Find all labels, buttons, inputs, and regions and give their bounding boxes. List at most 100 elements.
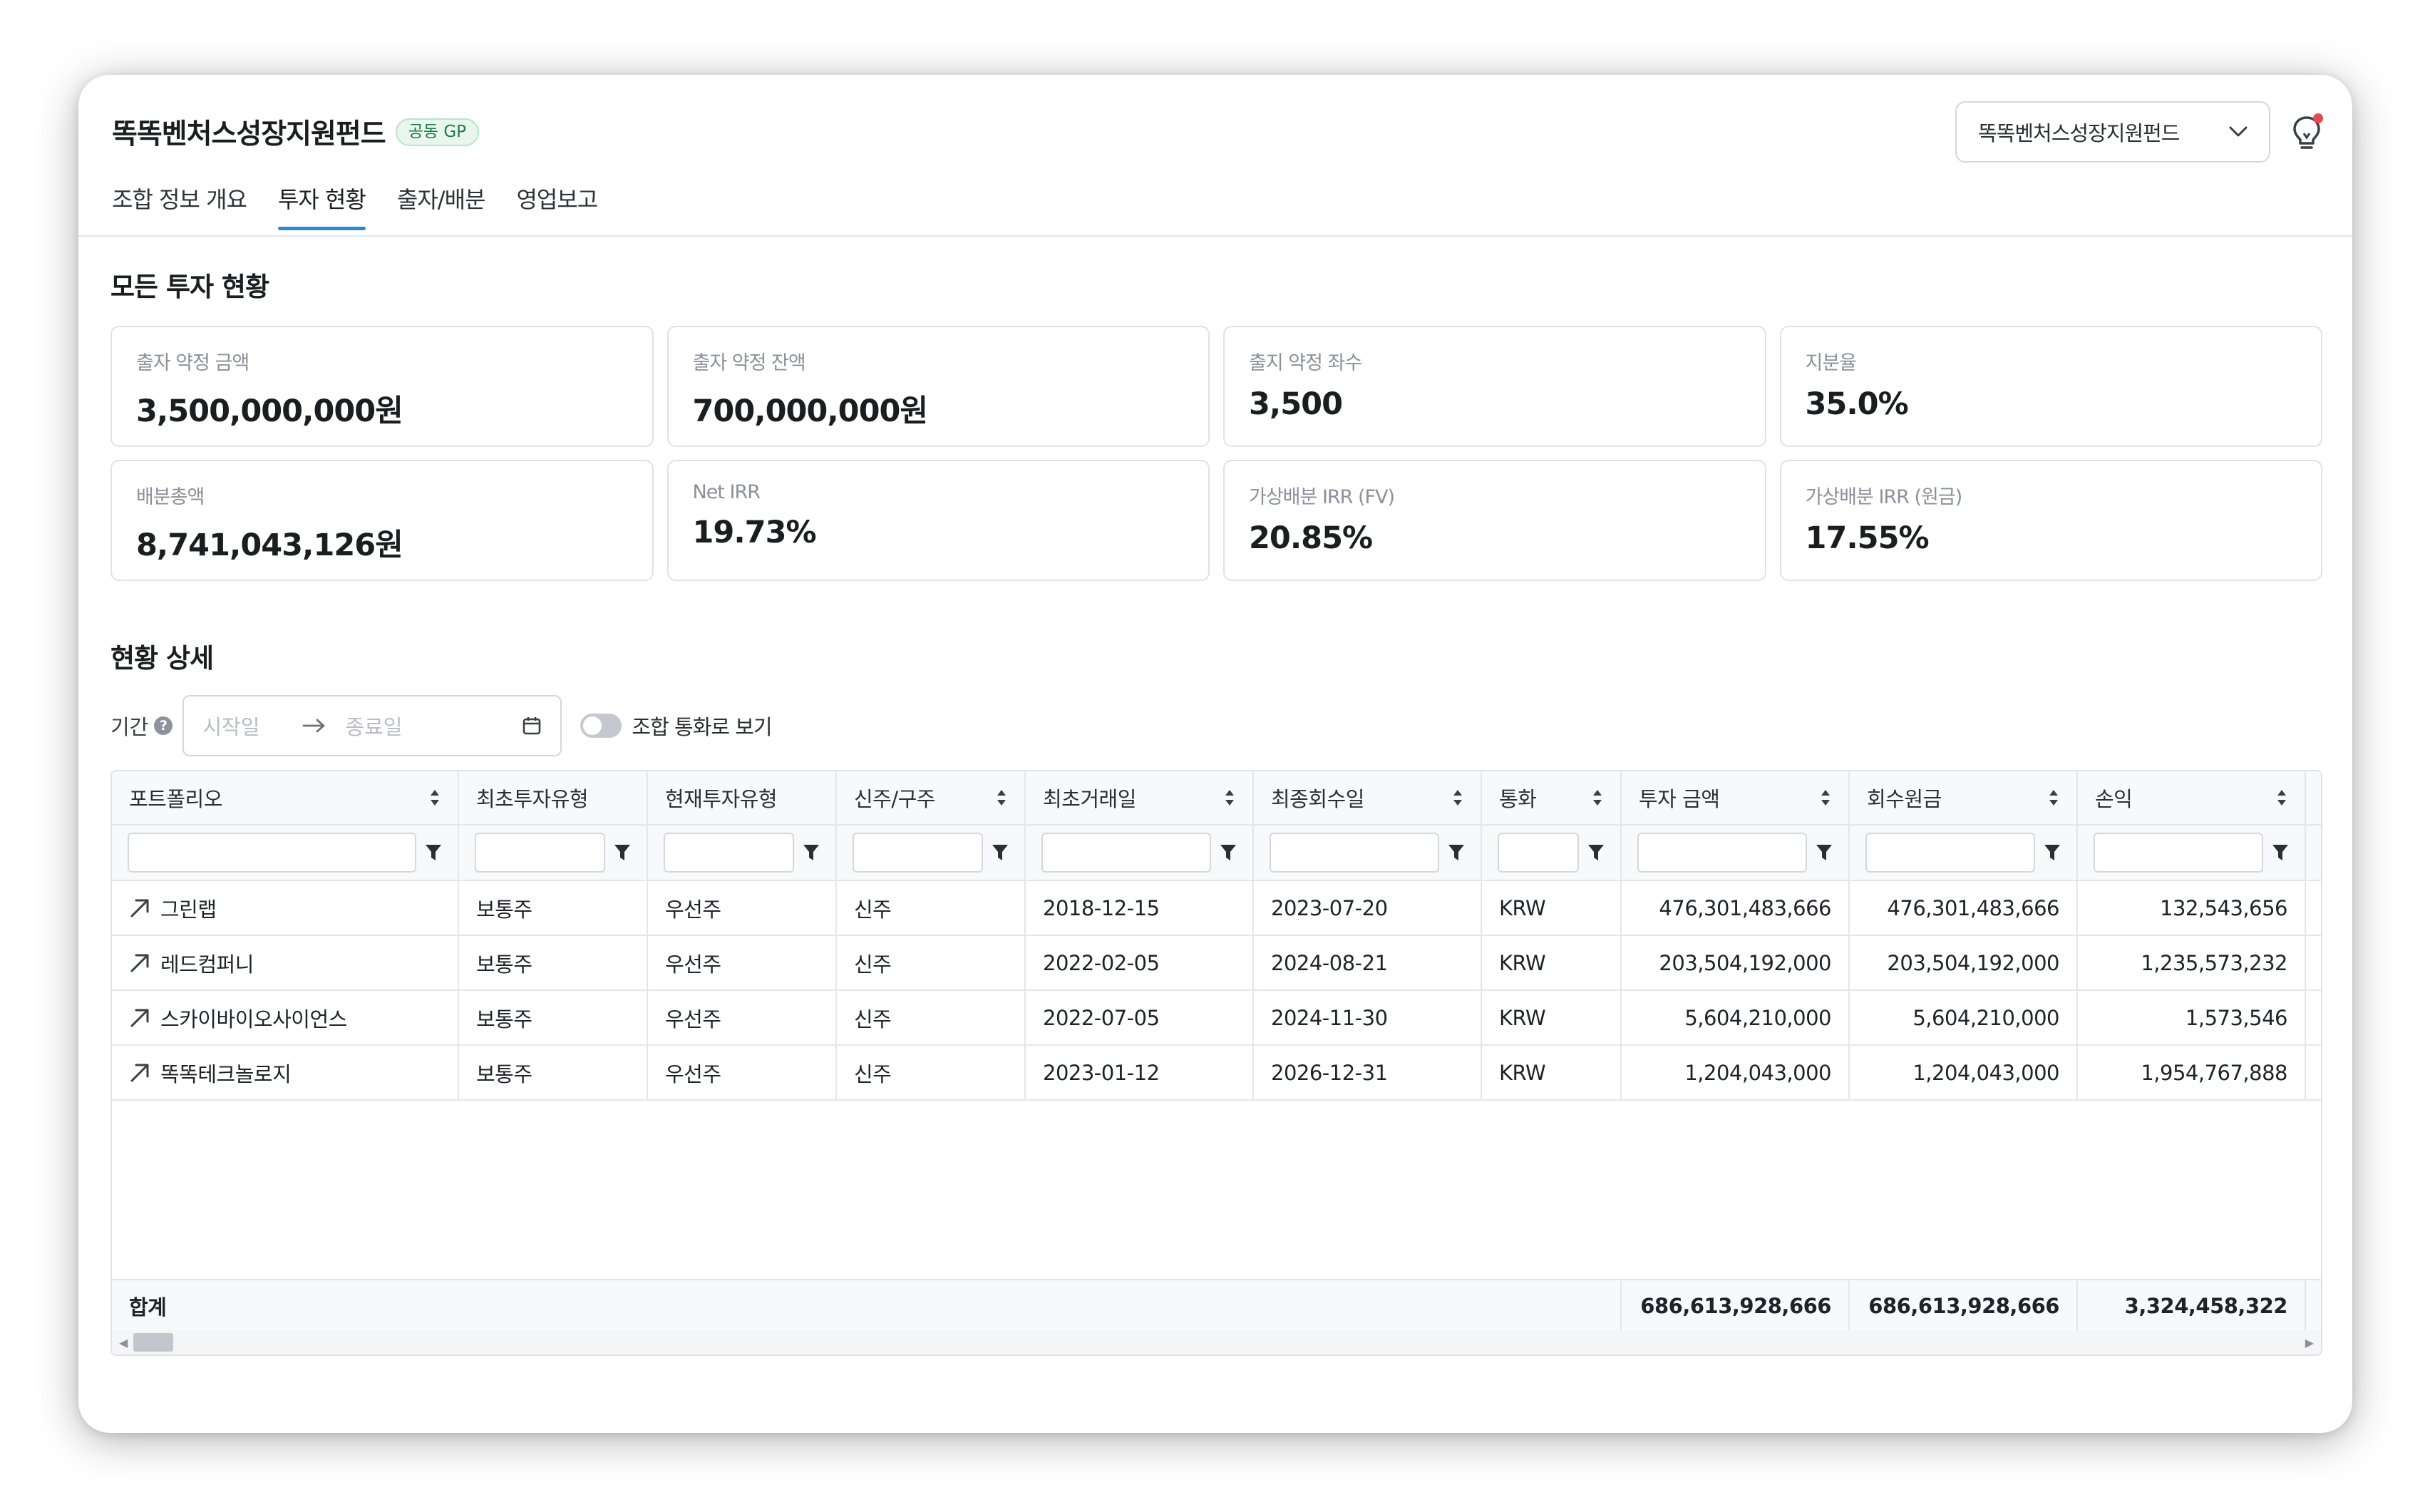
sort-icon[interactable] (2048, 788, 2059, 807)
col-header-label: 신주/구주 (854, 787, 936, 811)
sort-icon[interactable] (1224, 788, 1235, 807)
filter-icon[interactable] (1816, 843, 1833, 862)
stat-value: 700,000,000원 (692, 394, 929, 429)
col-header-last-recovery[interactable]: 최종회수일 (1254, 771, 1482, 824)
cell-portfolio[interactable]: 스카이바이오사이언스 (112, 991, 459, 1044)
stat-value: 3,500,000,000원 (136, 394, 403, 429)
scroll-right-icon[interactable]: ▶ (2305, 1336, 2314, 1349)
filter-icon[interactable] (1220, 843, 1237, 862)
filter-input[interactable] (2094, 833, 2263, 873)
filter-input[interactable] (664, 833, 794, 873)
filter-icon[interactable] (614, 843, 631, 862)
filter-cell (459, 826, 648, 880)
filter-icon[interactable] (2044, 843, 2061, 862)
filter-icon[interactable] (2272, 843, 2289, 862)
col-header-initial-type[interactable]: 최초투자유형 (459, 771, 648, 824)
portfolio-name[interactable]: 스카이바이오사이언스 (160, 1003, 347, 1033)
date-range-picker[interactable]: 시작일 종료일 (182, 695, 562, 756)
cell-portfolio[interactable]: 레드컴퍼니 (112, 936, 459, 989)
filter-input[interactable] (1865, 833, 2035, 873)
col-header-investment[interactable]: 투자 금액 (1622, 771, 1850, 824)
stat-label: 출자 약정 잔액 (692, 352, 806, 374)
filter-cell (837, 826, 1026, 880)
cell-last-recovery: 2026-12-31 (1254, 1046, 1482, 1099)
filter-cell (112, 826, 459, 880)
col-header-current-type[interactable]: 현재투자유형 (648, 771, 837, 824)
fund-select[interactable]: 똑똑벤처스성장지원펀드 (1955, 101, 2270, 163)
table-row[interactable]: 똑똑테크놀로지 보통주 우선주 신주 2023-01-12 2026-12-31… (112, 1046, 2321, 1101)
col-header-label: 최초거래일 (1043, 787, 1136, 811)
cell-last-recovery: 2024-08-21 (1254, 936, 1482, 989)
cell-first-date: 2022-07-05 (1026, 991, 1254, 1044)
start-date-input[interactable]: 시작일 (202, 711, 259, 741)
filter-icon[interactable] (1587, 843, 1605, 862)
portfolio-name[interactable]: 똑똑테크놀로지 (160, 1058, 292, 1088)
calendar-icon[interactable] (522, 716, 542, 736)
filter-icon[interactable] (425, 843, 442, 862)
cell-last-recovery: 2023-07-20 (1254, 881, 1482, 935)
sort-icon[interactable] (2276, 788, 2287, 807)
total-pnl: 3,324,458,322 (2078, 1280, 2306, 1332)
cell-last-recovery: 2024-11-30 (1254, 991, 1482, 1044)
sort-icon[interactable] (996, 788, 1007, 807)
filter-icon[interactable] (992, 843, 1009, 862)
table-row[interactable]: 그린랩 보통주 우선주 신주 2018-12-15 2023-07-20 KRW… (112, 881, 2321, 936)
filter-cell (1850, 826, 2078, 880)
stat-card: 지분율 35.0% (1779, 326, 2322, 447)
cell-portfolio[interactable]: 그린랩 (112, 881, 459, 935)
col-header-pnl[interactable]: 손익 (2078, 771, 2306, 824)
filter-input[interactable] (128, 833, 416, 873)
col-header-portfolio[interactable]: 포트폴리오 (112, 771, 459, 824)
detail-title: 현황 상세 (110, 643, 214, 674)
cell-current-type: 우선주 (648, 936, 837, 989)
filter-icon[interactable] (803, 843, 820, 862)
filter-icon[interactable] (1448, 843, 1465, 862)
sort-icon[interactable] (1592, 788, 1603, 807)
table-row[interactable]: 스카이바이오사이언스 보통주 우선주 신주 2022-07-05 2024-11… (112, 991, 2321, 1046)
cell-first-date: 2023-01-12 (1026, 1046, 1254, 1099)
col-header-currency[interactable]: 통화 (1482, 771, 1622, 824)
filter-input[interactable] (1637, 833, 1807, 873)
grid-filter-row (112, 826, 2321, 881)
col-header-new-old[interactable]: 신주/구주 (837, 771, 1026, 824)
col-header-first-date[interactable]: 최초거래일 (1026, 771, 1254, 824)
stat-card: 출자 약정 잔액 700,000,000원 (666, 326, 1210, 447)
filter-input[interactable] (475, 833, 605, 873)
cell-portfolio[interactable]: 똑똑테크놀로지 (112, 1046, 459, 1099)
arrow-up-right-icon (130, 1064, 149, 1081)
cell-pnl: 132,543,656 (2078, 881, 2306, 935)
filter-input[interactable] (1270, 833, 1439, 873)
filter-input[interactable] (1041, 833, 1211, 873)
currency-toggle[interactable] (580, 714, 622, 738)
cell-current-type: 우선주 (648, 991, 837, 1044)
help-icon[interactable]: ? (154, 716, 173, 735)
sort-icon[interactable] (1452, 788, 1463, 807)
cell-recovered: 476,301,483,666 (1850, 881, 2078, 935)
col-header-label: 통화 (1499, 787, 1537, 811)
end-date-input[interactable]: 종료일 (345, 711, 402, 741)
tab-business-report[interactable]: 영업보고 (516, 182, 598, 230)
portfolio-name[interactable]: 레드컴퍼니 (160, 948, 254, 978)
filter-cell (1026, 826, 1254, 880)
scroll-left-icon[interactable]: ◀ (119, 1336, 128, 1349)
filter-input[interactable] (853, 833, 983, 873)
filter-input[interactable] (1498, 833, 1579, 873)
sort-icon[interactable] (1820, 788, 1831, 807)
cell-investment: 476,301,483,666 (1622, 881, 1850, 935)
total-investment: 686,613,928,666 (1622, 1280, 1850, 1332)
col-header-label: 현재투자유형 (665, 787, 778, 811)
horizontal-scrollbar[interactable]: ◀ ▶ (112, 1330, 2321, 1354)
portfolio-name[interactable]: 그린랩 (160, 893, 217, 923)
tab-fund-overview[interactable]: 조합 정보 개요 (112, 182, 247, 230)
col-header-label: 회수원금 (1867, 787, 1942, 811)
scroll-thumb[interactable] (133, 1333, 173, 1352)
table-row[interactable]: 레드컴퍼니 보통주 우선주 신주 2022-02-05 2024-08-21 K… (112, 936, 2321, 991)
stat-label: Net IRR (692, 481, 761, 503)
sort-icon[interactable] (429, 788, 441, 807)
tab-contribution-distribution[interactable]: 출자/배분 (397, 182, 486, 230)
col-header-recovered[interactable]: 회수원금 (1850, 771, 2078, 824)
lightbulb-icon[interactable] (2288, 112, 2325, 152)
cell-investment: 1,204,043,000 (1622, 1046, 1850, 1099)
tab-investment-status[interactable]: 투자 현황 (277, 182, 366, 230)
stat-label: 가상배분 IRR (FV) (1249, 486, 1395, 508)
